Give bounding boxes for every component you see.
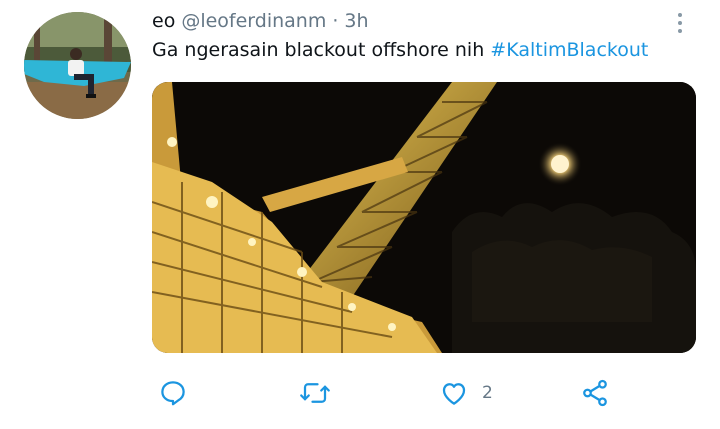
tweet-text: Ga ngerasain blackout offshore nih #Kalt…: [152, 39, 648, 61]
more-vertical-icon[interactable]: [670, 8, 690, 38]
like-count: 2: [482, 383, 493, 403]
tweet-timestamp[interactable]: 3h: [344, 10, 368, 32]
tweet-body: Ga ngerasain blackout offshore nih: [152, 39, 485, 61]
offshore-night-photo: [152, 82, 696, 353]
avatar-image: [24, 12, 131, 119]
hashtag-link[interactable]: #KaltimBlackout: [490, 39, 648, 61]
share-button[interactable]: [580, 370, 622, 416]
user-handle[interactable]: @leoferdinanm: [181, 10, 326, 32]
retweet-icon: [300, 383, 330, 403]
avatar[interactable]: [24, 12, 131, 119]
like-icon: [442, 383, 466, 405]
tweet-media[interactable]: [152, 82, 696, 353]
separator-dot: ·: [332, 10, 339, 32]
like-button[interactable]: 2: [438, 370, 493, 416]
retweet-button[interactable]: [298, 370, 344, 416]
reply-icon: [161, 381, 185, 406]
reply-button[interactable]: [158, 370, 200, 416]
share-icon: [583, 379, 607, 407]
display-name[interactable]: eo: [152, 10, 175, 32]
tweet-actions: 2: [0, 370, 720, 416]
tweet-header: eo @leoferdinanm · 3h: [152, 10, 369, 36]
